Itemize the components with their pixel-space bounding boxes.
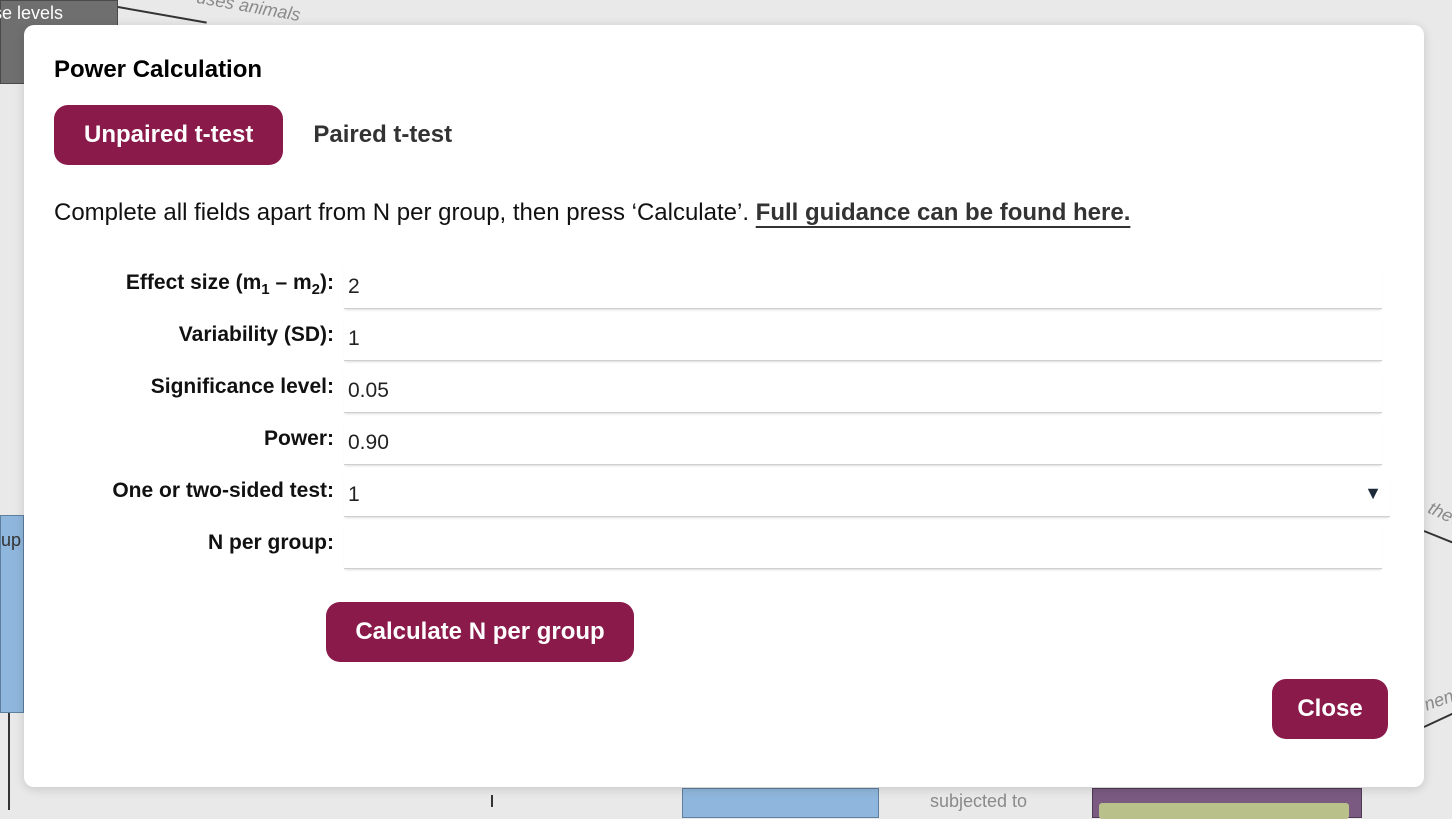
effect-size-label: Effect size (m1 – m2):: [126, 271, 334, 298]
n-per-group-label: N per group:: [208, 531, 334, 554]
n-per-group-input[interactable]: [344, 525, 1382, 569]
effect-size-row: Effect size (m1 – m2):: [24, 257, 1424, 309]
dialog-title: Power Calculation: [54, 56, 263, 83]
background-edge-label: the: [1425, 497, 1452, 527]
background-node: [682, 788, 879, 818]
effect-size-label-mid: – m: [269, 271, 312, 294]
close-button[interactable]: Close: [1272, 679, 1388, 739]
power-label: Power:: [263, 427, 334, 450]
sides-row: One or two-sided test: 1 ▼: [24, 465, 1424, 517]
test-type-tabs: Unpaired t-test Paired t-test: [54, 105, 482, 165]
background-node-label: se levels: [0, 3, 64, 23]
power-input[interactable]: [344, 421, 1382, 465]
background-connector: [117, 6, 207, 24]
n-per-group-row: N per group:: [24, 517, 1424, 569]
effect-size-sub-1: 1: [261, 281, 270, 299]
significance-row: Significance level:: [24, 361, 1424, 413]
background-edge-label: nen: [1421, 685, 1452, 715]
background-connector: [8, 713, 10, 810]
background-edge-label: uses animals: [195, 0, 303, 25]
significance-input[interactable]: [344, 369, 1382, 413]
tab-paired-t-test[interactable]: Paired t-test: [283, 105, 482, 165]
tab-unpaired-t-test[interactable]: Unpaired t-test: [54, 105, 284, 165]
background-connector: [1423, 530, 1452, 547]
effect-size-label-post: ):: [320, 271, 334, 294]
dropdown-arrow-icon: ▼: [1364, 483, 1382, 503]
background-edge-label: subjected to: [930, 791, 1028, 811]
variability-input[interactable]: [344, 317, 1382, 361]
instructions-text: Complete all fields apart from N per gro…: [54, 199, 1130, 227]
instructions-body: Complete all fields apart from N per gro…: [54, 199, 749, 226]
variability-label: Variability (SD):: [178, 323, 334, 346]
background-node-label: up: [1, 530, 22, 550]
sides-label: One or two-sided test:: [112, 479, 334, 502]
background-node: [1092, 788, 1362, 819]
variability-row: Variability (SD):: [24, 309, 1424, 361]
background-node-group: up: [0, 515, 24, 713]
sides-select[interactable]: 1 ▼: [344, 473, 1390, 517]
calculate-button[interactable]: Calculate N per group: [326, 602, 634, 662]
effect-size-sub-2: 2: [311, 281, 320, 299]
background-connector: [491, 795, 493, 807]
sides-selected-value: 1: [348, 482, 360, 506]
power-row: Power:: [24, 413, 1424, 465]
guidance-link[interactable]: Full guidance can be found here.: [756, 199, 1131, 226]
power-calculation-dialog: Power Calculation Unpaired t-test Paired…: [24, 25, 1424, 787]
significance-label: Significance level:: [150, 375, 334, 398]
effect-size-input[interactable]: [344, 265, 1382, 309]
effect-size-label-pre: Effect size (m: [125, 271, 262, 294]
